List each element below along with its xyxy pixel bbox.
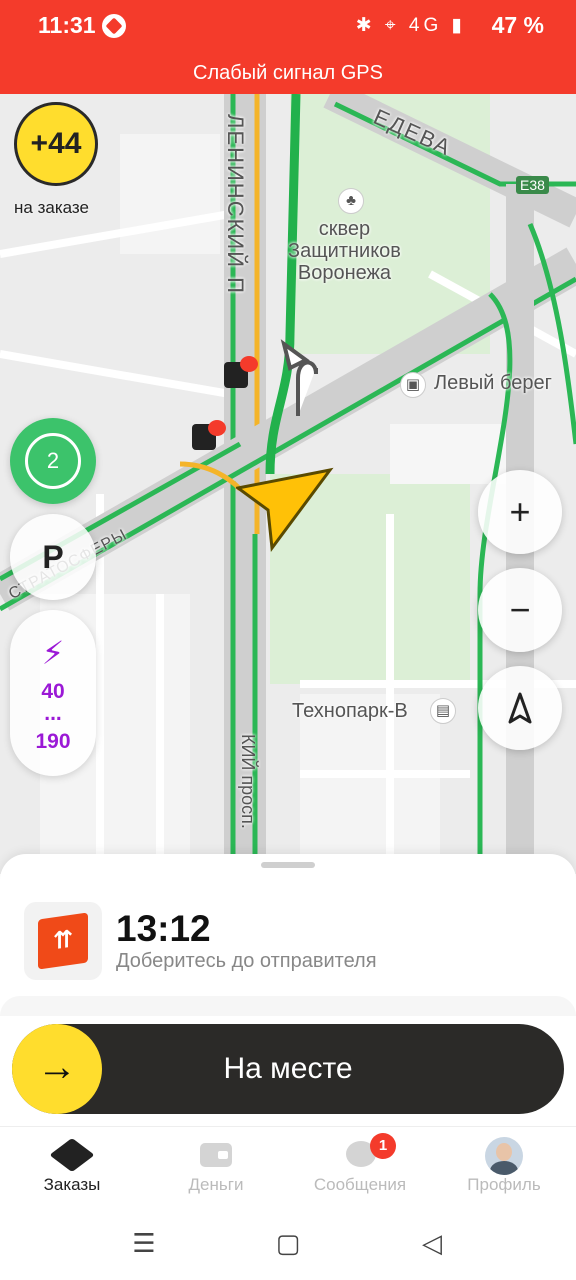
earnings-label: на заказе <box>14 198 89 217</box>
section-divider <box>0 996 576 1016</box>
tab-orders-label: Заказы <box>43 1175 101 1194</box>
street-label-leninsky: ЛЕНИНСКИЙ П <box>223 114 248 295</box>
wallet-icon <box>200 1143 232 1167</box>
zoom-out-button[interactable]: − <box>478 568 562 652</box>
tab-messages[interactable]: 1 Сообщения <box>288 1127 432 1209</box>
speed-separator: ... <box>44 702 62 725</box>
gps-warning-banner: Слабый сигнал GPS <box>0 52 576 94</box>
battery-level: 47 % <box>491 12 544 38</box>
shopping-bag-icon[interactable]: ▣ <box>400 372 426 398</box>
box-icon <box>49 1137 95 1173</box>
status-icons: ✱ ⌖ 4G ▮ <box>355 15 466 36</box>
poi-technopark[interactable]: Технопарк-В <box>292 700 408 723</box>
status-time: 11:31 <box>38 12 96 38</box>
street-label-leninsky-bottom: КИЙ просп. <box>238 734 258 829</box>
unread-badge: 1 <box>370 1133 396 1159</box>
speed-camera-icon <box>208 420 226 436</box>
gps-count: 2 <box>46 448 60 473</box>
arrived-slider[interactable]: → На месте <box>12 1024 564 1114</box>
eta-instruction: Доберитесь до отправителя <box>116 950 377 972</box>
parking-button[interactable]: P <box>10 514 96 600</box>
system-nav-bar: ☰ ▢ ◁ <box>0 1208 576 1280</box>
zoom-in-button[interactable]: + <box>478 470 562 554</box>
eta-time: 13:12 <box>116 908 211 949</box>
arrived-slider-label: На месте <box>223 1052 353 1085</box>
sheet-drag-handle[interactable] <box>261 862 315 868</box>
turn-arrow-icon <box>280 339 318 416</box>
speed-min: 40 <box>41 680 65 703</box>
road-code-label: E38 <box>516 176 549 194</box>
back-icon[interactable]: ◁ <box>412 1228 452 1258</box>
briefcase-icon[interactable]: ▤ <box>430 698 456 724</box>
speed-camera-icon <box>240 356 258 372</box>
speed-widget[interactable]: ⚡ 40 ... 190 <box>10 610 96 776</box>
arrow-right-icon[interactable]: → <box>12 1024 102 1114</box>
order-bottom-sheet[interactable]: 13:12 Доберитесь до отправителя → На мес… <box>0 854 576 1128</box>
gps-satellites-button[interactable]: 2 <box>10 418 96 504</box>
home-icon[interactable]: ▢ <box>268 1228 308 1258</box>
lightning-icon: ⚡ <box>41 635 65 671</box>
tab-profile-label: Профиль <box>467 1175 541 1194</box>
compass-button[interactable] <box>478 666 562 750</box>
earnings-badge[interactable]: +44 <box>14 102 98 186</box>
avatar <box>485 1137 523 1175</box>
tab-orders[interactable]: Заказы <box>0 1127 144 1209</box>
current-location-arrow-icon <box>236 467 334 552</box>
poi-left-bank[interactable]: Левый берег <box>434 372 552 395</box>
bottom-tab-bar: Заказы Деньги 1 Сообщения Профиль <box>0 1126 576 1208</box>
navigation-arrow-icon <box>508 692 532 724</box>
speed-max: 190 <box>35 730 71 753</box>
recent-apps-icon[interactable]: ☰ <box>124 1228 164 1258</box>
park-name-label: сквер Защитников Воронежа <box>288 218 401 284</box>
tab-messages-label: Сообщения <box>313 1175 407 1194</box>
status-bar: 11:31 ✱ ⌖ 4G ▮ 47 % <box>0 0 576 52</box>
app-notification-icon <box>102 14 126 38</box>
order-box-icon <box>24 902 102 980</box>
tab-profile[interactable]: Профиль <box>432 1127 576 1209</box>
tab-money-label: Деньги <box>188 1175 244 1194</box>
tab-money[interactable]: Деньги <box>144 1127 288 1209</box>
park-tree-icon: ♣ <box>338 188 364 214</box>
